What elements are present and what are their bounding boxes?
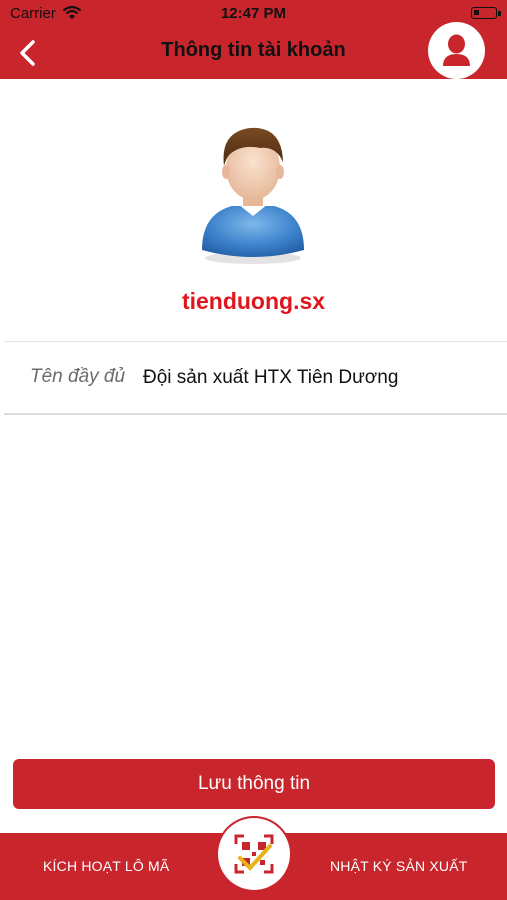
battery-icon bbox=[471, 7, 501, 19]
account-button[interactable] bbox=[428, 22, 485, 79]
scan-button[interactable] bbox=[218, 818, 290, 890]
divider bbox=[4, 413, 507, 415]
tab-activate-lot[interactable]: KÍCH HOẠT LÔ MÃ bbox=[43, 858, 169, 874]
profile-avatar bbox=[202, 127, 304, 264]
save-button[interactable]: Lưu thông tin bbox=[13, 759, 495, 809]
field-label-fullname: Tên đầy đủ bbox=[30, 366, 126, 387]
field-value-fullname[interactable]: Đội sản xuất HTX Tiên Dương bbox=[143, 367, 398, 389]
divider bbox=[4, 341, 507, 342]
qr-scan-icon bbox=[234, 834, 274, 874]
clock: 12:47 PM bbox=[220, 5, 287, 22]
tab-production-log[interactable]: NHẬT KÝ SẢN XUẤT bbox=[330, 858, 468, 874]
username: tienduong.sx bbox=[181, 288, 326, 314]
user-icon bbox=[443, 34, 470, 66]
